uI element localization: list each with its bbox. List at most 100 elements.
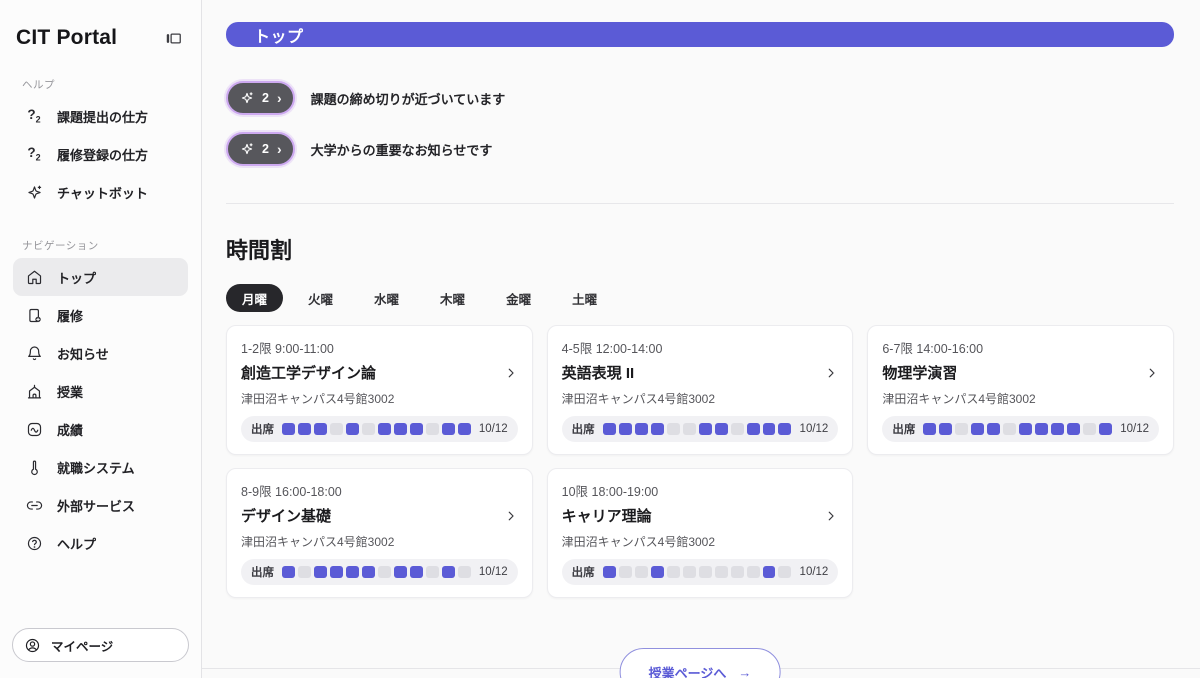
- attendance-segment: [346, 423, 359, 435]
- section-divider: [226, 203, 1174, 204]
- sidebar-item-就職システム[interactable]: 就職システム: [13, 448, 188, 486]
- sidebar-item-履修登録の仕方[interactable]: ?2履修登録の仕方: [13, 135, 188, 173]
- attendance-segment: [458, 566, 471, 578]
- sidebar-item-ヘルプ[interactable]: ヘルプ: [13, 524, 188, 562]
- attendance-segment: [699, 423, 712, 435]
- class-card-grid: 1-2限 9:00-11:00 創造工学デザイン論津田沼キャンパス4号館3002 出…: [226, 325, 1174, 598]
- attendance-segments: [282, 423, 471, 435]
- sidebar-item-チャットボット[interactable]: チャットボット: [13, 173, 188, 211]
- attendance-segment: [314, 566, 327, 578]
- tab-金曜[interactable]: 金曜: [490, 284, 547, 312]
- chevron-right-icon[interactable]: [504, 366, 518, 380]
- attendance-segment: [1099, 423, 1112, 435]
- attendance-segment: [298, 423, 311, 435]
- app-title: CIT Portal: [16, 26, 117, 50]
- tab-月曜[interactable]: 月曜: [226, 284, 283, 312]
- sidebar-item-label: 履修: [57, 306, 83, 325]
- arrow-right-icon: →: [738, 665, 751, 678]
- sparkles-icon: [240, 142, 254, 156]
- class-name: キャリア理論: [562, 505, 652, 526]
- attendance-segment: [971, 423, 984, 435]
- attendance-segment: [410, 566, 423, 578]
- sidebar-item-成績[interactable]: 成績: [13, 410, 188, 448]
- sidebar-item-授業[interactable]: 授業: [13, 372, 188, 410]
- attendance-segments: [282, 566, 471, 578]
- class-period: 1-2限 9:00-11:00: [241, 338, 518, 357]
- class-card[interactable]: 4-5限 12:00-14:00英語表現 II津田沼キャンパス4号館3002出席…: [547, 325, 854, 455]
- attendance-segment: [651, 566, 664, 578]
- notification-chip[interactable]: 2›: [226, 81, 295, 115]
- attendance-segment: [778, 423, 791, 435]
- attendance-segment: [683, 566, 696, 578]
- class-period: 8-9限 16:00-18:00: [241, 481, 518, 500]
- attendance-bar: 出席10/12: [241, 416, 518, 442]
- attendance-label: 出席: [251, 564, 274, 580]
- tab-土曜[interactable]: 土曜: [556, 284, 613, 312]
- chevron-right-icon[interactable]: [504, 509, 518, 523]
- class-location: 津田沼キャンパス4号館3002: [562, 533, 839, 550]
- attendance-segment: [330, 423, 343, 435]
- attendance-segment: [987, 423, 1000, 435]
- tab-水曜[interactable]: 水曜: [358, 284, 415, 312]
- sidebar-item-label: 成績: [57, 420, 83, 439]
- notification-row: 2›課題の締め切りが近づいています: [226, 81, 1174, 115]
- attendance-segment: [715, 566, 728, 578]
- nav-section-label: ナビゲーション: [22, 238, 188, 253]
- school-icon: [24, 383, 44, 400]
- sidebar-item-外部サービス[interactable]: 外部サービス: [13, 486, 188, 524]
- class-card[interactable]: 8-9限 16:00-18:00デザイン基礎津田沼キャンパス4号館3002出席1…: [226, 468, 533, 598]
- attendance-segment: [603, 423, 616, 435]
- tab-火曜[interactable]: 火曜: [292, 284, 349, 312]
- class-location: 津田沼キャンパス4号館3002: [882, 390, 1159, 407]
- sidebar-item-label: 課題提出の仕方: [57, 107, 148, 126]
- attendance-segment: [298, 566, 311, 578]
- notification-chip[interactable]: 2›: [226, 132, 295, 166]
- sidebar-item-お知らせ[interactable]: お知らせ: [13, 334, 188, 372]
- sidebar-item-label: お知らせ: [57, 344, 109, 363]
- sidebar: CIT Portal ヘルプ ?2 課題提出の仕方 ?2履修登録の仕方チャットボット…: [0, 0, 202, 678]
- sidebar-item-label: 履修登録の仕方: [57, 145, 148, 164]
- attendance-segment: [362, 423, 375, 435]
- class-card[interactable]: 6-7限 14:00-16:00物理学演習津田沼キャンパス4号館3002出席10…: [867, 325, 1174, 455]
- sparkles-icon: [240, 91, 254, 105]
- class-name: 創造工学デザイン論: [241, 362, 376, 383]
- attendance-count: 10/12: [479, 423, 508, 435]
- footer-area: 授業ページへ →: [226, 598, 1174, 678]
- sparkles-icon: [24, 184, 44, 201]
- sidebar-item-label: チャットボット: [57, 183, 148, 202]
- attendance-segment: [715, 423, 728, 435]
- nav-section-list: トップ履修お知らせ授業成績就職システム外部サービスヘルプ: [13, 258, 188, 562]
- class-location: 津田沼キャンパス4号館3002: [241, 390, 518, 407]
- attendance-segment: [378, 566, 391, 578]
- attendance-count: 10/12: [479, 566, 508, 578]
- class-name: 物理学演習: [882, 362, 957, 383]
- attendance-segments: [603, 423, 792, 435]
- attendance-count: 10/12: [1120, 423, 1149, 435]
- attendance-segment: [1051, 423, 1064, 435]
- bell-icon: [24, 345, 44, 362]
- attendance-segment: [731, 423, 744, 435]
- sidebar-item-トップ[interactable]: トップ: [13, 258, 188, 296]
- class-card[interactable]: 10限 18:00-19:00キャリア理論津田沼キャンパス4号館3002出席10…: [547, 468, 854, 598]
- mypage-label: マイページ: [51, 636, 113, 655]
- class-card[interactable]: 1-2限 9:00-11:00 創造工学デザイン論津田沼キャンパス4号館3002 出…: [226, 325, 533, 455]
- question-2-icon: ?2: [24, 107, 44, 125]
- tab-木曜[interactable]: 木曜: [424, 284, 481, 312]
- attendance-segment: [346, 566, 359, 578]
- chevron-right-icon[interactable]: [1145, 366, 1159, 380]
- sidebar-toggle-button[interactable]: [162, 27, 185, 50]
- user-circle-icon: [24, 637, 41, 654]
- attendance-segment: [314, 423, 327, 435]
- attendance-segments: [603, 566, 792, 578]
- chevron-right-icon[interactable]: [824, 509, 838, 523]
- timetable-heading: 時間割: [226, 233, 1174, 265]
- attendance-segment: [330, 566, 343, 578]
- attendance-segment: [603, 566, 616, 578]
- classes-page-button[interactable]: 授業ページへ →: [620, 648, 781, 678]
- chevron-right-icon[interactable]: [824, 366, 838, 380]
- sidebar-item-履修[interactable]: 履修: [13, 296, 188, 334]
- attendance-segment: [442, 423, 455, 435]
- attendance-segment: [394, 566, 407, 578]
- sidebar-item-課題提出の仕方[interactable]: ?2 課題提出の仕方: [13, 97, 188, 135]
- mypage-button[interactable]: マイページ: [12, 628, 189, 662]
